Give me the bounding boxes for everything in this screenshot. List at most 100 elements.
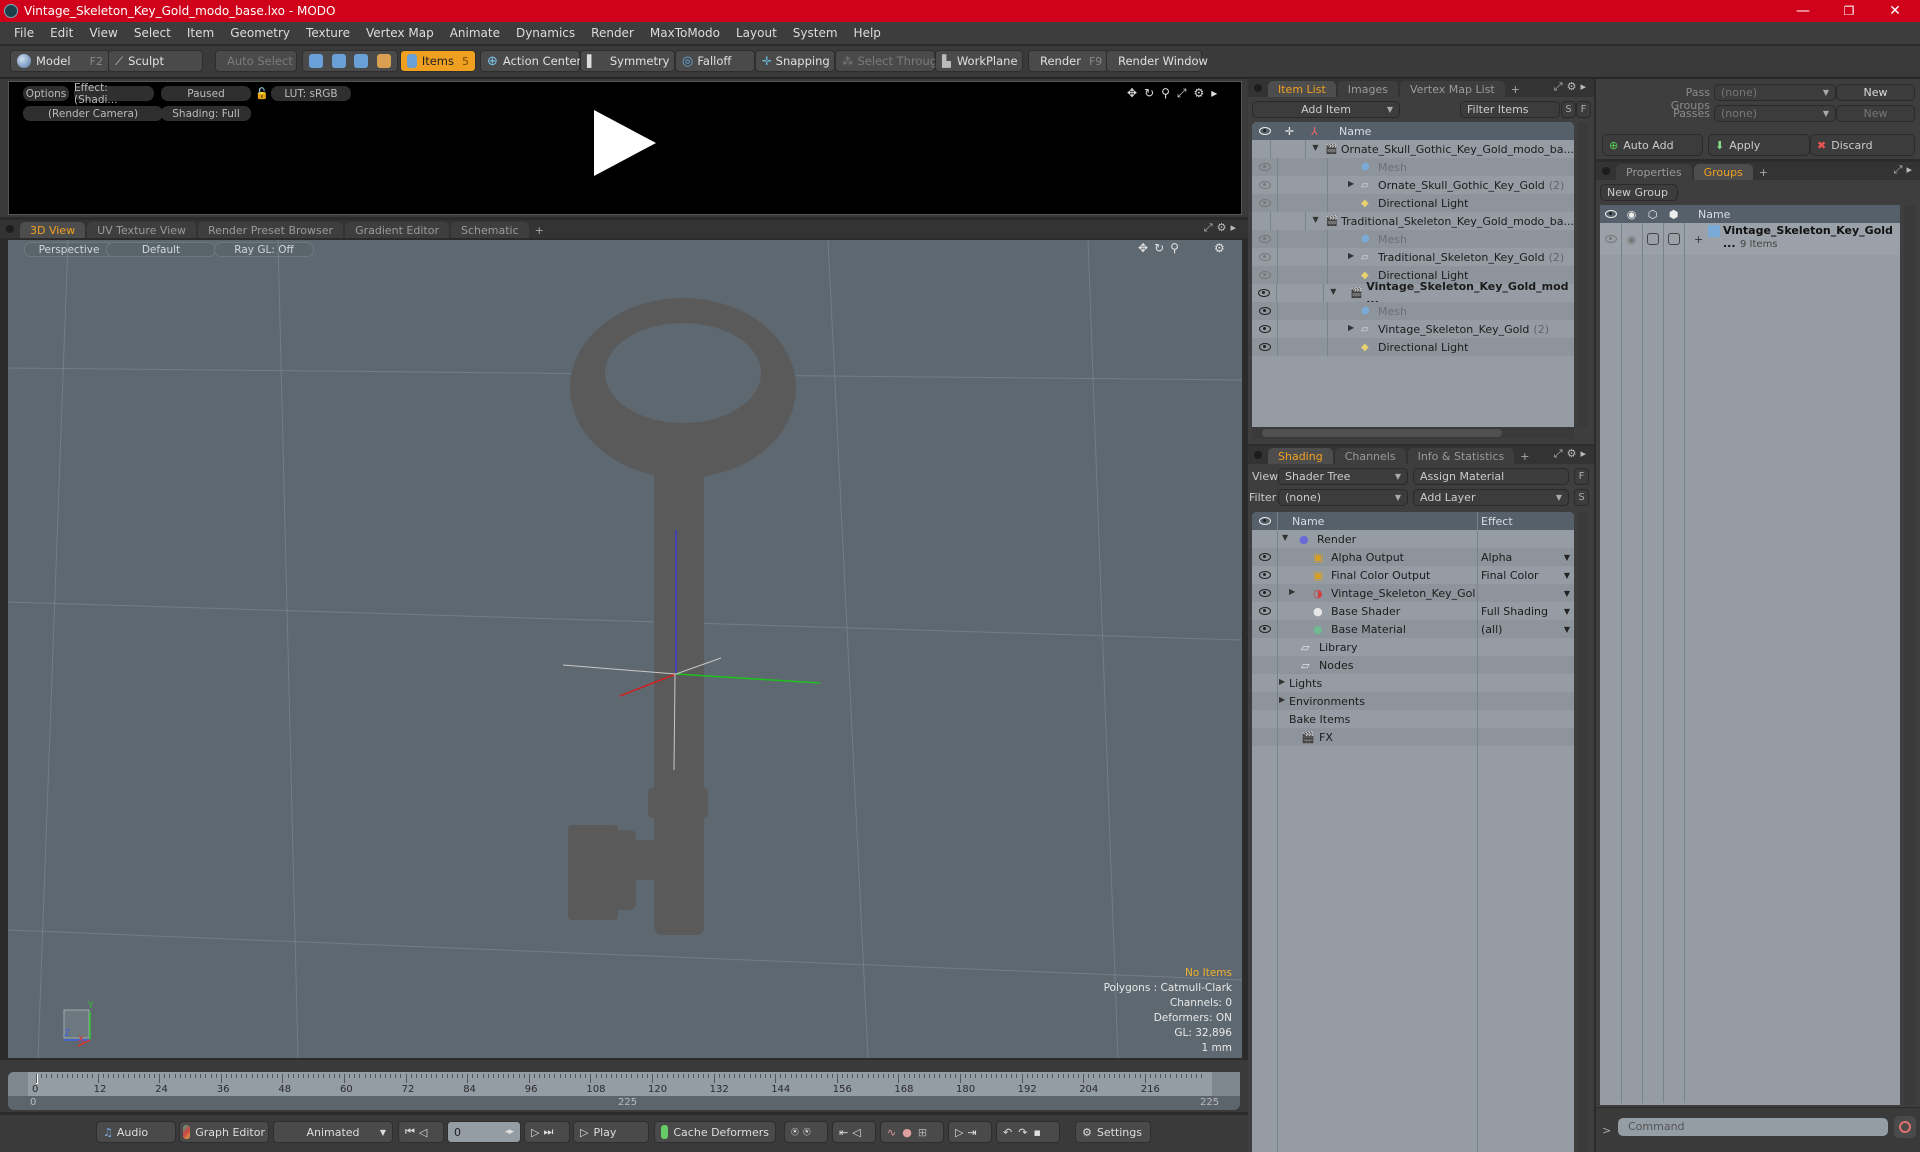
render-options-button[interactable]: Options	[23, 86, 69, 101]
item-list-row[interactable]: ▼ 🎬 Traditional_Skeleton_Key_Gold_modo_ba.…	[1252, 212, 1574, 230]
render-window-button[interactable]: Render Window	[1106, 50, 1208, 72]
select-through-button[interactable]: ⁂ Select Through	[835, 50, 944, 72]
visibility-toggle[interactable]	[1252, 569, 1277, 582]
frame-spinner-icon[interactable]: ◂▸	[505, 1127, 514, 1137]
menu-layout[interactable]: Layout	[728, 26, 785, 40]
frame-input[interactable]: 0 ◂▸	[447, 1121, 521, 1143]
groups-scrollbar[interactable]	[1904, 205, 1916, 1105]
expand-arrow-icon[interactable]: ▸	[1580, 80, 1590, 93]
shader-tree-row[interactable]: ▶ ◑ Vintage_Skeleton_Key_Gol ... ▼	[1252, 584, 1574, 602]
item-list-row[interactable]: ▼ 🎬 Vintage_Skeleton_Key_Gold_mod ...	[1252, 280, 1574, 306]
render-effect-dropdown[interactable]: Effect: (Shadi...	[74, 82, 154, 106]
visibility-toggle[interactable]	[1252, 287, 1276, 300]
select-column-icon[interactable]: ⬢	[1663, 208, 1684, 221]
unlock-icon[interactable]: 🔓	[255, 87, 269, 100]
pass-groups-dropdown[interactable]: (none) ▼	[1714, 84, 1836, 101]
skip-to-end-icon[interactable]: ⏭	[543, 1125, 557, 1139]
menu-vertex-map[interactable]: Vertex Map	[358, 26, 442, 40]
item-list-scrollbar[interactable]	[1578, 122, 1588, 427]
graph-editor-button[interactable]: Graph Editor	[179, 1121, 269, 1143]
collapse-arrow-icon[interactable]: ▼	[1312, 143, 1318, 152]
undo-key-icon[interactable]: ↶	[1003, 1126, 1018, 1139]
polygons-mode-icon[interactable]	[354, 54, 369, 68]
pan-icon[interactable]: ✥	[1127, 86, 1144, 100]
shader-tree-row[interactable]: ▱ Nodes	[1252, 656, 1574, 674]
visibility-toggle[interactable]	[1252, 269, 1277, 282]
groups-name-column-header[interactable]: Name	[1684, 208, 1730, 221]
render-toggle-icon[interactable]: ◉	[1621, 233, 1642, 246]
minimize-button[interactable]: —	[1780, 0, 1826, 22]
visibility-toggle[interactable]	[1600, 233, 1621, 246]
cache-deformers-button[interactable]: Cache Deformers	[654, 1121, 776, 1143]
collapse-arrow-icon[interactable]: ▼	[1312, 215, 1318, 224]
render-button[interactable]: Render F9	[1028, 50, 1108, 72]
maximize-button[interactable]: ❐	[1826, 0, 1872, 22]
shader-tree-row[interactable]: ● Base Shader Full Shading ▼	[1252, 602, 1574, 620]
menu-dynamics[interactable]: Dynamics	[508, 26, 583, 40]
maximize-icon[interactable]: ⤢	[1554, 447, 1567, 460]
play-render-icon[interactable]	[594, 110, 656, 176]
key-channels-icon[interactable]: ⊞	[918, 1126, 933, 1139]
expand-plus-icon[interactable]: +	[1694, 233, 1703, 246]
tab-properties[interactable]: Properties	[1616, 164, 1692, 180]
maximize-icon[interactable]: ⤢	[1554, 80, 1567, 93]
add-tab-button[interactable]: +	[1516, 448, 1533, 464]
visibility-toggle[interactable]	[1252, 305, 1277, 318]
item-list-row[interactable]: ▼ 🎬 Ornate_Skull_Gothic_Key_Gold_modo_ba..…	[1252, 140, 1574, 158]
shader-tree-row[interactable]: ▣ Alpha Output Alpha ▼	[1252, 548, 1574, 566]
visibility-toggle[interactable]	[1252, 605, 1277, 618]
command-record-button[interactable]	[1894, 1116, 1916, 1138]
apply-button[interactable]: ⬇ Apply	[1708, 134, 1810, 156]
item-list-row[interactable]: ▶ ▱ Vintage_Skeleton_Key_Gold (2)	[1252, 320, 1574, 338]
assign-material-button[interactable]: Assign Material	[1413, 468, 1569, 485]
select-toggle[interactable]	[1663, 233, 1684, 245]
lock-toggle[interactable]	[1642, 233, 1663, 245]
new-pass-group-button[interactable]: New	[1836, 84, 1915, 101]
command-input[interactable]: Command	[1618, 1118, 1888, 1136]
model-mode-button[interactable]: Model F2	[10, 50, 110, 72]
effect-dropdown-icon[interactable]: ▼	[1564, 589, 1570, 598]
menu-help[interactable]: Help	[846, 26, 889, 40]
next-key-icon[interactable]: ⍟	[803, 1125, 815, 1140]
symmetry-button[interactable]: ▌ Symmetry	[580, 50, 675, 72]
shader-name-column-header[interactable]: Name	[1277, 514, 1477, 528]
materials-mode-icon[interactable]	[376, 54, 391, 68]
items-mode-button[interactable]: Items 5	[400, 50, 476, 72]
shader-view-dropdown[interactable]: Shader Tree ▼	[1278, 468, 1408, 485]
gear-icon[interactable]: ⚙	[1567, 80, 1581, 93]
tab-render-preset-browser[interactable]: Render Preset Browser	[198, 222, 344, 238]
lock-column-icon[interactable]: ✛	[1277, 125, 1302, 138]
skip-to-start-icon[interactable]: ⏮	[405, 1125, 419, 1139]
visibility-toggle[interactable]	[1252, 161, 1277, 174]
visibility-toggle[interactable]	[1252, 587, 1277, 600]
render-column-icon[interactable]: ◉	[1621, 208, 1642, 221]
shader-filter-dropdown[interactable]: (none) ▼	[1278, 489, 1408, 506]
item-list-row[interactable]: ◆ Directional Light	[1252, 338, 1574, 356]
menu-animate[interactable]: Animate	[442, 26, 508, 40]
collapse-arrow-icon[interactable]: ▼	[1282, 533, 1288, 542]
expand-arrow-icon[interactable]: ▸	[1580, 447, 1590, 460]
effect-dropdown-icon[interactable]: ▼	[1564, 553, 1570, 562]
gear-icon[interactable]: ⚙	[1567, 447, 1581, 460]
filter-f-button[interactable]: F	[1576, 101, 1591, 118]
gear-icon[interactable]: ⚙	[1194, 86, 1212, 100]
axis-column-icon[interactable]: ⅄	[1302, 125, 1327, 138]
animation-mode-dropdown[interactable]: Animated ▼	[273, 1121, 393, 1143]
visibility-toggle[interactable]	[1252, 341, 1277, 354]
timeline-ruler[interactable]	[8, 1072, 1240, 1096]
group-row[interactable]: ◉ + Vintage_Skeleton_Key_Gold ... 9 Item…	[1600, 223, 1900, 255]
menu-geometry[interactable]: Geometry	[222, 26, 298, 40]
shading-s-button[interactable]: S	[1574, 489, 1589, 506]
item-list-row[interactable]: ⬢ Mesh	[1252, 230, 1574, 248]
expand-arrow-icon[interactable]: ▶	[1348, 251, 1354, 260]
shader-tree-row[interactable]: ▼ ● Render	[1252, 530, 1574, 548]
action-center-button[interactable]: ⊕ Action Center	[480, 50, 581, 72]
shader-tree-row[interactable]: ▶ Environments	[1252, 692, 1574, 710]
expand-arrow-icon[interactable]: ▸	[1906, 163, 1916, 176]
tab-groups[interactable]: Groups	[1693, 164, 1753, 180]
visibility-toggle[interactable]	[1252, 179, 1277, 192]
tab-channels[interactable]: Channels	[1334, 448, 1406, 464]
item-list-row[interactable]: ⬢ Mesh	[1252, 302, 1574, 320]
visibility-column-icon[interactable]	[1600, 208, 1621, 221]
filter-items-input[interactable]: Filter Items	[1460, 101, 1560, 118]
